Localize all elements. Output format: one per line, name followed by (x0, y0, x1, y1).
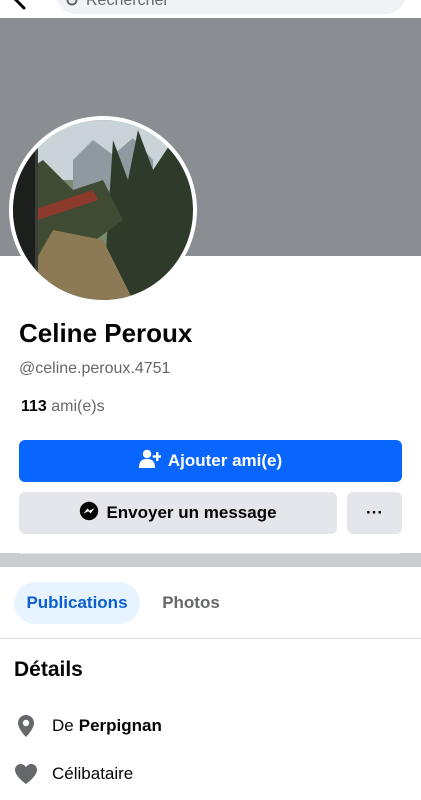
profile-handle: @celine.peroux.4751 (19, 360, 171, 377)
heart-icon (14, 762, 38, 786)
more-dots-icon: ··· (366, 503, 383, 522)
search-placeholder: Rechercher (86, 0, 169, 9)
top-bar: Rechercher (0, 0, 421, 18)
tabs-separator (0, 638, 421, 639)
friends-label: ami(e)s (51, 398, 105, 415)
more-options-button[interactable]: ··· (347, 492, 402, 534)
send-message-label: Envoyer un message (106, 503, 277, 522)
add-friend-label: Ajouter ami(e) (167, 451, 283, 470)
location-pin-icon (14, 714, 38, 738)
tab-publications[interactable]: Publications (14, 582, 140, 624)
send-message-button[interactable]: Envoyer un message (19, 492, 337, 534)
city-prefix: De (52, 716, 74, 735)
search-icon (66, 0, 80, 13)
detail-city: De Perpignan (14, 711, 414, 741)
profile-name: Celine Peroux (19, 318, 193, 348)
friends-count[interactable]: 113 ami(e)s (21, 398, 105, 416)
section-divider (0, 553, 421, 567)
tab-photos[interactable]: Photos (148, 582, 234, 624)
details-heading: Détails (14, 658, 83, 681)
add-friend-button[interactable]: Ajouter ami(e) (19, 440, 402, 482)
arrow-left-icon[interactable] (10, 0, 32, 10)
detail-relationship: Célibataire (14, 759, 414, 789)
messenger-icon (79, 501, 106, 526)
friends-number: 113 (21, 398, 47, 415)
search-input[interactable]: Rechercher (56, 0, 406, 14)
avatar-ring (9, 116, 197, 304)
person-plus-icon (138, 449, 168, 474)
divider-line (20, 553, 400, 554)
avatar[interactable] (13, 120, 193, 300)
relationship-status: Célibataire (52, 764, 134, 783)
city-name[interactable]: Perpignan (79, 716, 162, 736)
